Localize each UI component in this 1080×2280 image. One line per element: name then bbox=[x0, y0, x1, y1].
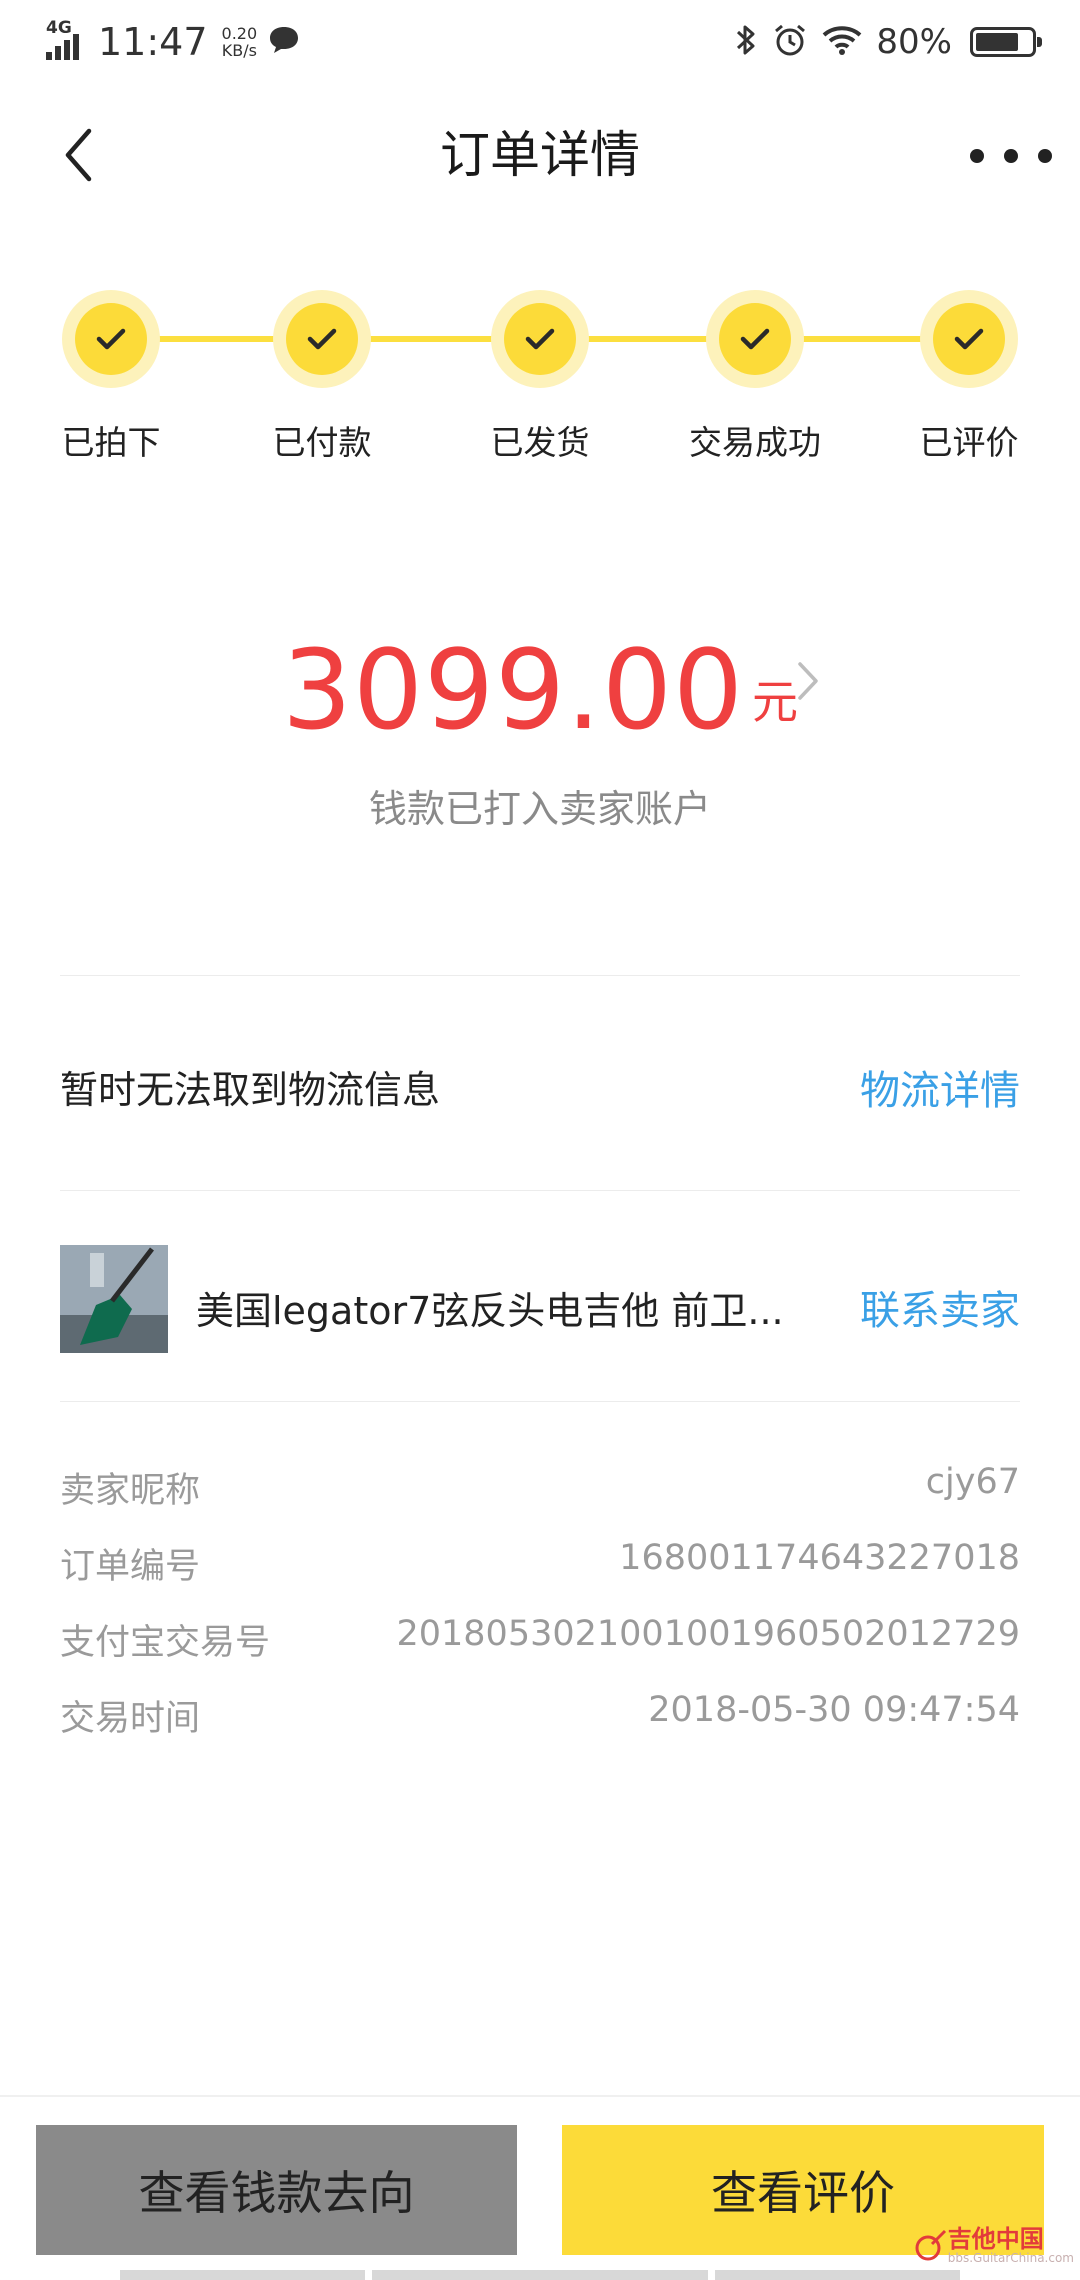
chevron-right-icon bbox=[798, 662, 818, 700]
wifi-icon bbox=[822, 24, 862, 60]
chevron-left-icon bbox=[65, 128, 92, 182]
bottom-bar-segment bbox=[372, 2270, 708, 2280]
message-icon bbox=[267, 24, 301, 60]
step-dot bbox=[273, 290, 371, 388]
step-dot-inner bbox=[75, 303, 147, 375]
bottom-divider bbox=[0, 2095, 1080, 2097]
nav-bar: 订单详情 bbox=[0, 100, 1080, 210]
divider bbox=[60, 1190, 1020, 1191]
step-dot bbox=[706, 290, 804, 388]
step-label: 已评价 bbox=[919, 423, 1019, 462]
amount-section[interactable]: 3099.00 元 bbox=[0, 630, 1080, 750]
seller-nickname-value: cjy67 bbox=[925, 1462, 1020, 1502]
watermark-text: 吉他中国 bbox=[947, 2225, 1044, 2253]
step-label: 已发货 bbox=[490, 423, 590, 462]
speed-unit: KB/s bbox=[221, 41, 257, 60]
product-title[interactable]: 美国legator7弦反头电吉他 前卫... bbox=[196, 1280, 784, 1335]
check-icon bbox=[307, 328, 337, 350]
guitar-image bbox=[60, 1245, 168, 1353]
watermark: 吉他中国 bbs.GuitarChina.com bbox=[914, 2226, 1074, 2264]
cellular-signal-icon: 4G bbox=[46, 18, 86, 62]
battery-icon bbox=[970, 27, 1042, 57]
battery-percent: 80% bbox=[876, 22, 952, 62]
bottom-bar-segment bbox=[715, 2270, 960, 2280]
more-options-button[interactable] bbox=[970, 128, 1052, 184]
step-dot-inner bbox=[719, 303, 791, 375]
step-dot bbox=[920, 290, 1018, 388]
check-icon bbox=[96, 328, 126, 350]
check-icon bbox=[740, 328, 770, 350]
alipay-trade-label: 支付宝交易号 bbox=[60, 1623, 271, 1663]
network-speed: 0.20 KB/s bbox=[222, 25, 258, 59]
divider bbox=[60, 1401, 1020, 1402]
speed-value: 0.20 bbox=[221, 24, 258, 43]
order-progress: 已拍下 已付款 已发货 交易成功 已评价 bbox=[0, 290, 1080, 490]
logistics-detail-link[interactable]: 物流详情 bbox=[860, 1058, 1020, 1116]
amount-value: 3099.00 bbox=[282, 626, 744, 754]
watermark-sub: bbs.GuitarChina.com bbox=[947, 2251, 1074, 2265]
check-icon bbox=[525, 328, 555, 350]
more-dot-icon bbox=[1004, 149, 1018, 163]
step-label: 已付款 bbox=[272, 423, 372, 462]
product-thumbnail[interactable] bbox=[60, 1245, 168, 1353]
payment-status: 钱款已打入卖家账户 bbox=[368, 787, 711, 831]
step-dot bbox=[62, 290, 160, 388]
check-icon bbox=[954, 328, 984, 350]
view-money-flow-button[interactable]: 查看钱款去向 bbox=[36, 2125, 517, 2255]
status-time: 11:47 bbox=[98, 20, 208, 64]
bottom-bar-segment bbox=[120, 2270, 365, 2280]
step-dot-inner bbox=[286, 303, 358, 375]
order-number-label: 订单编号 bbox=[60, 1547, 201, 1587]
contact-seller-link[interactable]: 联系卖家 bbox=[860, 1278, 1020, 1336]
trade-time-label: 交易时间 bbox=[60, 1699, 201, 1739]
status-bar: 4G 11:47 0.20 KB/s 80% bbox=[0, 0, 1080, 84]
amount-unit: 元 bbox=[751, 675, 798, 729]
order-number-value: 168001174643227018 bbox=[619, 1538, 1020, 1578]
alipay-trade-value: 2018053021001001960502012729 bbox=[396, 1614, 1020, 1654]
step-dot-inner bbox=[504, 303, 576, 375]
alarm-icon bbox=[772, 22, 808, 62]
step-label: 已拍下 bbox=[61, 423, 161, 462]
step-dot-inner bbox=[933, 303, 1005, 375]
step-label: 交易成功 bbox=[689, 423, 821, 462]
network-type: 4G bbox=[46, 18, 72, 38]
bluetooth-icon bbox=[734, 22, 758, 62]
seller-nickname-label: 卖家昵称 bbox=[60, 1471, 201, 1511]
step-dot bbox=[491, 290, 589, 388]
more-dot-icon bbox=[1038, 149, 1052, 163]
trade-time-value: 2018-05-30 09:47:54 bbox=[648, 1690, 1020, 1730]
page-title: 订单详情 bbox=[440, 126, 640, 184]
back-button[interactable] bbox=[48, 122, 108, 188]
divider bbox=[60, 975, 1020, 976]
logistics-message: 暂时无法取到物流信息 bbox=[60, 1068, 441, 1112]
guitar-logo-icon bbox=[915, 2229, 946, 2261]
more-dot-icon bbox=[970, 149, 984, 163]
